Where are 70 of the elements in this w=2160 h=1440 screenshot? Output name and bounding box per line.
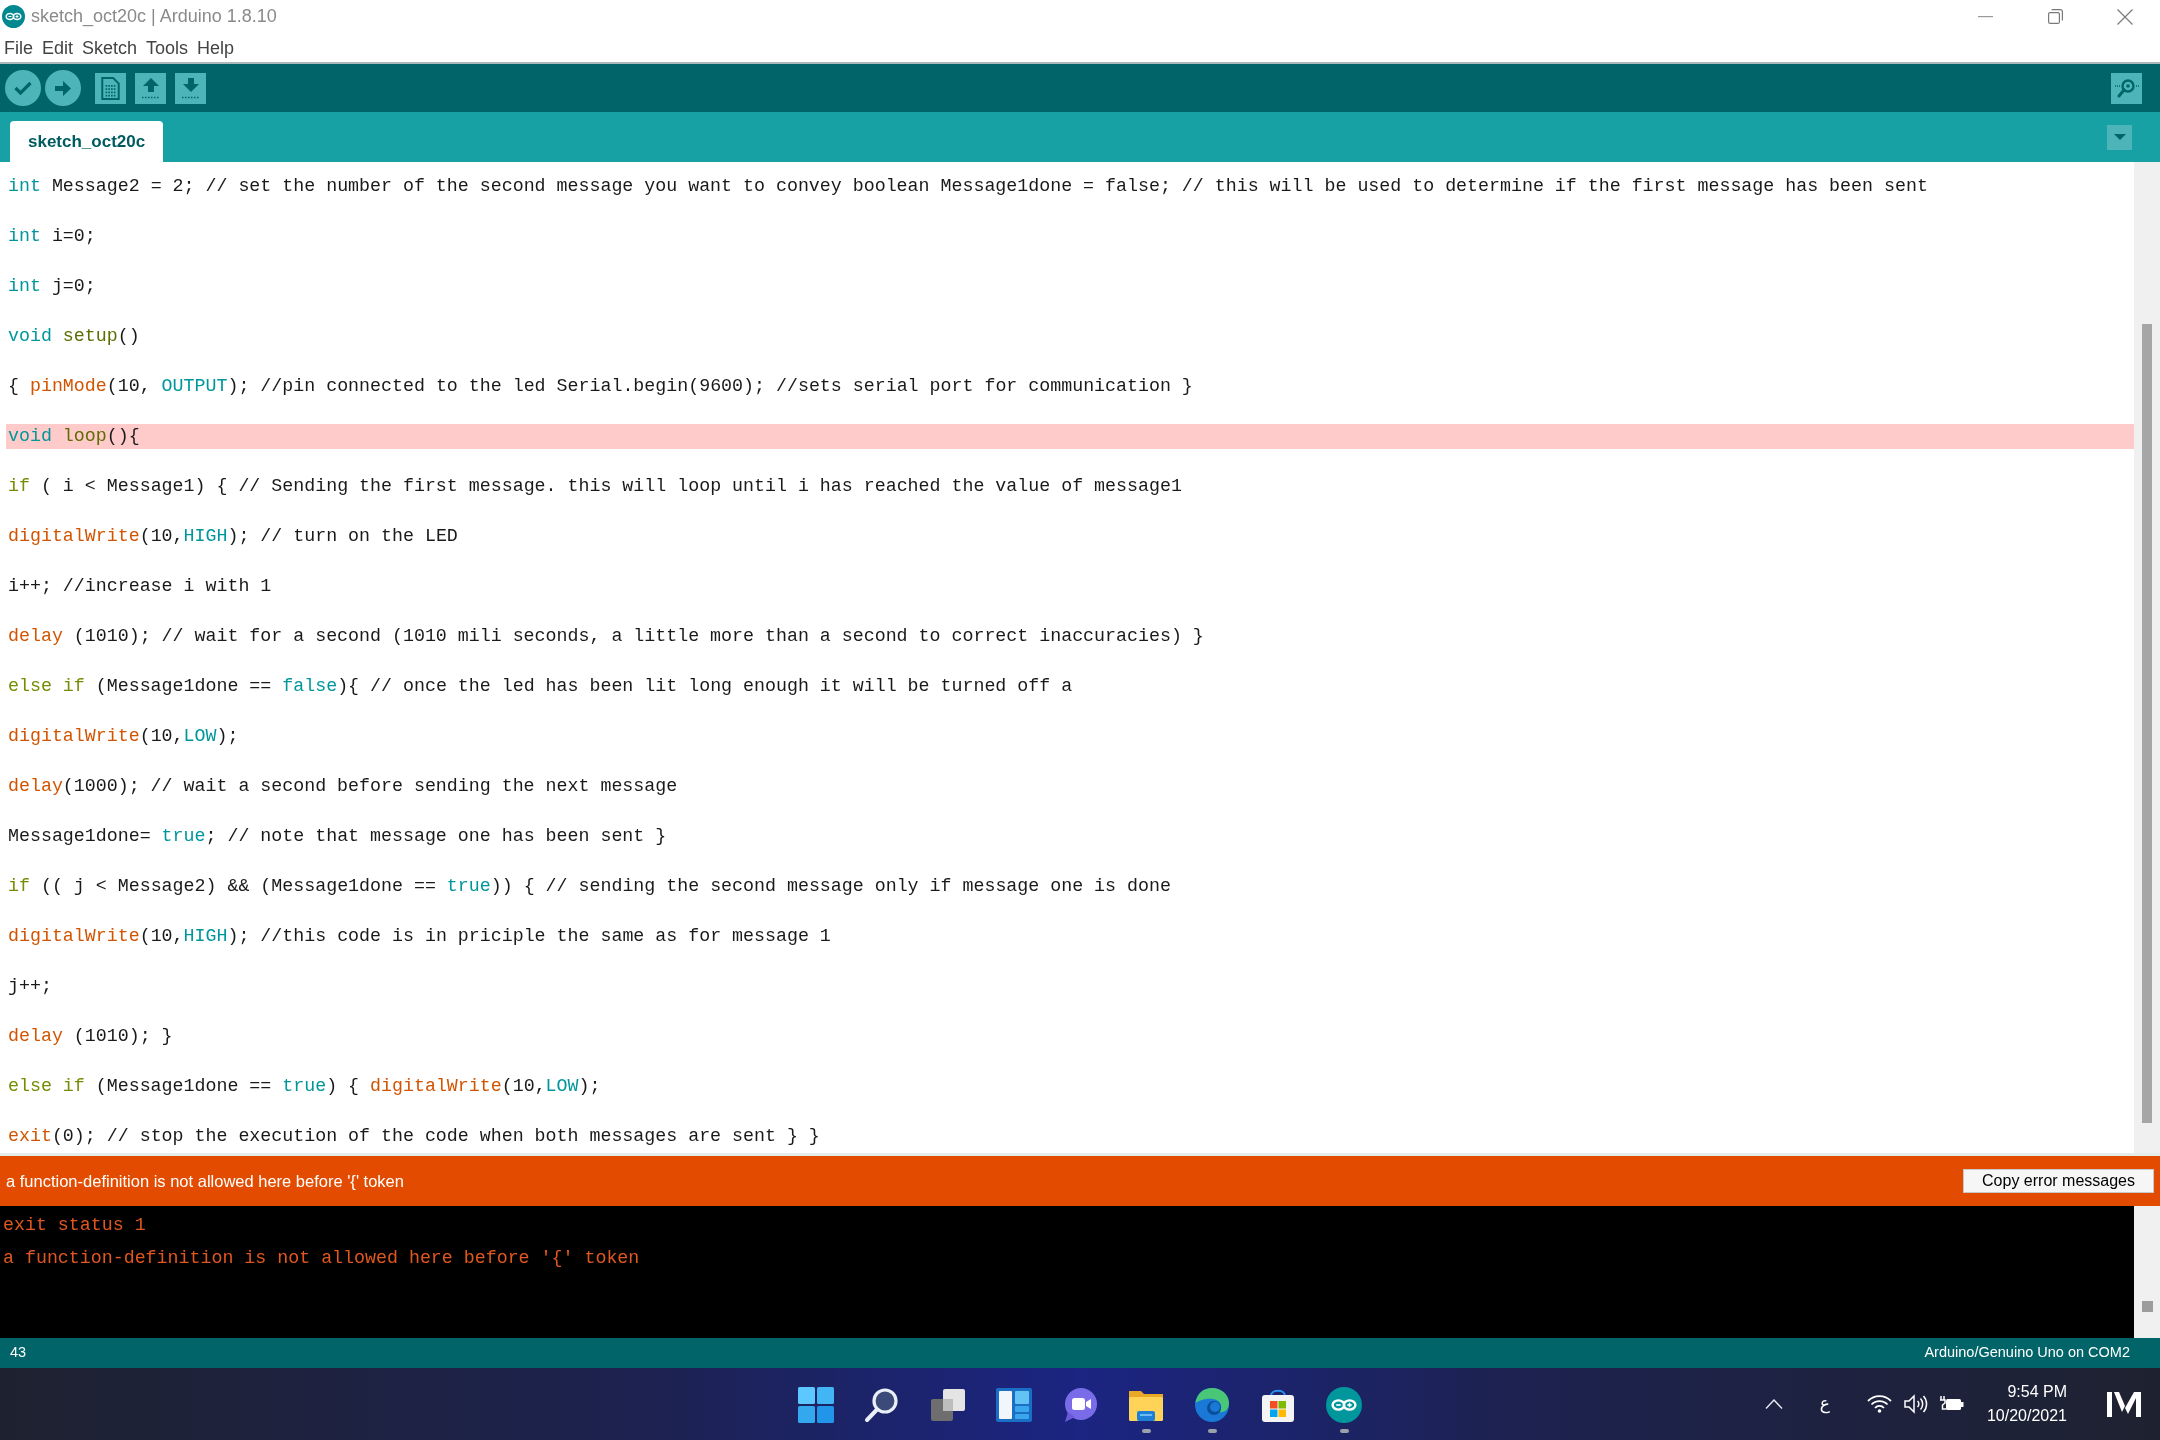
battery-charging-icon[interactable]	[1939, 1395, 1964, 1413]
menu-item[interactable]: Help	[197, 35, 235, 60]
shopping-bag-icon	[1260, 1387, 1296, 1423]
line-number: 43	[10, 1343, 27, 1363]
triangle-down-icon	[2113, 134, 2126, 140]
overlapping-windows-icon	[930, 1387, 966, 1423]
menu-item[interactable]: Tools	[146, 35, 189, 60]
arrow-up-icon	[141, 77, 160, 99]
code-line: delay (1010); // wait for a second (1010 mili seconds, a little more than a second to correct inaccuracies) }	[8, 625, 1204, 648]
new-button[interactable]	[95, 72, 126, 104]
menu-item[interactable]: Sketch	[82, 35, 138, 60]
code-line: Message1done= true; // note that message one has been sent }	[8, 825, 667, 848]
code-line: int Message2 = 2; // set the number of the second message you want to convey boolean Message1done = false; // this will be used to determine if the first message has been sent	[8, 175, 1928, 198]
infinity-logo-icon	[1326, 1387, 1362, 1423]
swirl-logo-icon	[1194, 1387, 1230, 1423]
code-line: void setup()	[8, 325, 140, 348]
tab-menu-button[interactable]	[2107, 124, 2132, 150]
error-message: a function-definition is not allowed here before '{' token	[6, 1170, 404, 1192]
speaker-icon[interactable]	[1903, 1394, 1928, 1414]
copy-error-button[interactable]: Copy error messages	[1963, 1169, 2154, 1193]
tray-logo-icon[interactable]	[2107, 1391, 2141, 1417]
minimize-icon	[1977, 15, 1993, 18]
code-line: digitalWrite(10,HIGH); // turn on the LED	[8, 525, 458, 548]
code-line: i++; //increase i with 1	[8, 575, 272, 598]
code-line: digitalWrite(10,LOW);	[8, 725, 239, 748]
scrollbar-track[interactable]	[2134, 162, 2160, 1153]
code-line: int j=0;	[8, 275, 96, 298]
window-title: sketch_oct20c | Arduino 1.8.10	[31, 5, 277, 29]
video-chat-icon	[1062, 1387, 1098, 1423]
open-button[interactable]	[135, 72, 166, 104]
scrollbar-track[interactable]	[2134, 1206, 2160, 1338]
search-icon	[864, 1387, 900, 1423]
code-line: exit(0); // stop the execution of the code when both messages are sent } }	[8, 1125, 820, 1148]
code-line: { pinMode(10, OUTPUT); //pin connected to the led Serial.begin(9600); //sets serial port for communication }	[8, 375, 1193, 398]
code-line: void loop(){	[8, 425, 140, 448]
close-icon	[2117, 8, 2133, 25]
scrollbar-thumb[interactable]	[2142, 324, 2152, 1123]
code-line: j++;	[8, 975, 52, 998]
save-button[interactable]	[175, 72, 206, 104]
wifi-icon[interactable]	[1866, 1395, 1892, 1413]
panel-layout-icon	[996, 1387, 1032, 1423]
code-line: delay(1000); // wait a second before sending the next message	[8, 775, 678, 798]
upload-button[interactable]	[45, 70, 81, 106]
code-line: else if (Message1done == true) { digitalWrite(10,LOW);	[8, 1075, 601, 1098]
verify-button[interactable]	[5, 70, 41, 106]
sketch-tab[interactable]: sketch_oct20c	[10, 121, 164, 162]
code-line: else if (Message1done == false){ // once the led has been lit long enough it will be turned off a	[8, 675, 1073, 698]
console-line: exit status 1	[3, 1214, 146, 1237]
code-line: delay (1010); }	[8, 1025, 173, 1048]
code-line: digitalWrite(10,HIGH); //this code is in priciple the same as for message 1	[8, 925, 831, 948]
arrow-right-icon	[55, 80, 71, 96]
input-language[interactable]: ع	[1819, 1391, 1830, 1417]
document-icon	[101, 76, 120, 100]
arrow-down-icon	[181, 77, 200, 99]
check-icon	[14, 81, 32, 95]
board-label: Arduino/Genuino Uno on COM2	[1924, 1343, 2130, 1363]
serial-monitor-button[interactable]	[2111, 72, 2142, 104]
code-line: int i=0;	[8, 225, 96, 248]
scrollbar-thumb[interactable]	[2141, 1301, 2153, 1312]
magnifier-icon	[2114, 78, 2139, 98]
console-line: a function-definition is not allowed here before '{' token	[3, 1247, 640, 1270]
restore-icon	[2047, 9, 2063, 24]
code-line: if (( j < Message2) && (Message1done == true)) { // sending the second message only if message one is done	[8, 875, 1171, 898]
chevron-up-icon[interactable]	[1764, 1399, 1783, 1409]
clock-date[interactable]: 10/20/2021	[1986, 1404, 2067, 1428]
menu-item[interactable]: Edit	[42, 35, 74, 60]
four-squares-icon	[798, 1387, 834, 1423]
clock-time[interactable]: 9:54 PM	[2007, 1380, 2067, 1404]
code-line: if ( i < Message1) { // Sending the first message. this will loop until i has reached the value of message1	[8, 475, 1182, 498]
menu-item[interactable]: File	[4, 35, 33, 60]
